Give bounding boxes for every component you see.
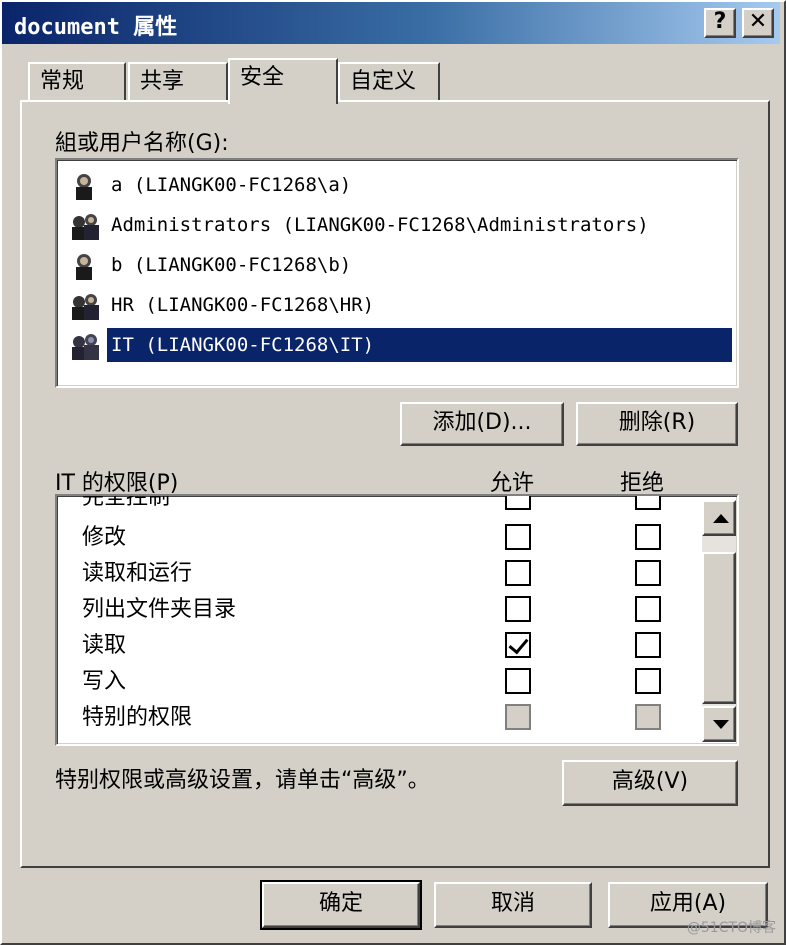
permission-name: 读取 — [82, 633, 127, 658]
window-title: document 属性 — [14, 15, 178, 40]
permission-name: 写入 — [82, 669, 127, 694]
advanced-hint: 特别权限或高级设置，请单击“高级”。 — [55, 768, 430, 793]
remove-button[interactable]: 删除(R) — [576, 402, 738, 446]
tab-security[interactable]: 安全 — [228, 58, 338, 104]
arrow-up-icon — [713, 514, 729, 523]
user-icon — [76, 174, 92, 200]
scroll-thumb[interactable] — [702, 552, 736, 704]
user-group-icon — [72, 294, 99, 320]
permissions-label: IT 的权限(P) — [55, 471, 179, 496]
allow-header: 允许 — [490, 471, 535, 496]
ok-button[interactable]: 确定 — [260, 880, 422, 930]
deny-checkbox[interactable] — [635, 560, 661, 586]
tab-general[interactable]: 常规 — [28, 62, 126, 102]
permissions-list[interactable]: 完全控制 修改 读取和运行 列出文件夹目录 读取 写入 特别的权限 — [55, 494, 739, 746]
deny-checkbox[interactable] — [635, 668, 661, 694]
deny-checkbox[interactable] — [635, 524, 661, 550]
arrow-down-icon — [713, 720, 729, 729]
add-button[interactable]: 添加(D)... — [400, 402, 564, 446]
help-button[interactable]: ? — [704, 8, 736, 38]
user-group-icon — [72, 214, 99, 240]
deny-checkbox[interactable] — [635, 596, 661, 622]
user-group-icon — [72, 334, 99, 360]
help-icon: ? — [713, 9, 727, 34]
allow-checkbox[interactable] — [505, 496, 531, 510]
permission-name: 完全控制 — [82, 494, 171, 510]
tab-sharing[interactable]: 共享 — [128, 62, 228, 102]
allow-checkbox[interactable] — [505, 596, 531, 622]
permission-name: 列出文件夹目录 — [82, 597, 237, 622]
tab-custom[interactable]: 自定义 — [338, 62, 440, 102]
allow-checkbox[interactable] — [505, 524, 531, 550]
groups-list[interactable]: a (LIANGK00-FC1268\a) Administrators (LI… — [55, 158, 739, 388]
permission-name: 读取和运行 — [82, 561, 193, 586]
permission-name: 特别的权限 — [82, 705, 193, 730]
groups-label: 組或用户名称(G): — [55, 131, 229, 156]
deny-checkbox[interactable] — [635, 632, 661, 658]
permissions-scrollbar[interactable] — [702, 500, 736, 742]
advanced-button[interactable]: 高级(V) — [562, 760, 738, 806]
scroll-down-button[interactable] — [702, 706, 736, 742]
deny-checkbox[interactable] — [635, 496, 661, 510]
cancel-button[interactable]: 取消 — [434, 882, 592, 928]
allow-checkbox[interactable] — [505, 632, 531, 658]
permission-name: 修改 — [82, 525, 127, 550]
close-icon: ✕ — [748, 9, 768, 34]
close-button[interactable]: ✕ — [742, 8, 774, 38]
deny-header: 拒绝 — [620, 471, 665, 496]
deny-checkbox — [635, 704, 661, 730]
title-bar[interactable]: document 属性 ? ✕ — [2, 2, 780, 44]
allow-checkbox[interactable] — [505, 668, 531, 694]
watermark: @51CTO博客 — [686, 920, 776, 936]
scroll-up-button[interactable] — [702, 500, 736, 536]
allow-checkbox[interactable] — [505, 560, 531, 586]
user-icon — [76, 254, 92, 280]
allow-checkbox — [505, 704, 531, 730]
